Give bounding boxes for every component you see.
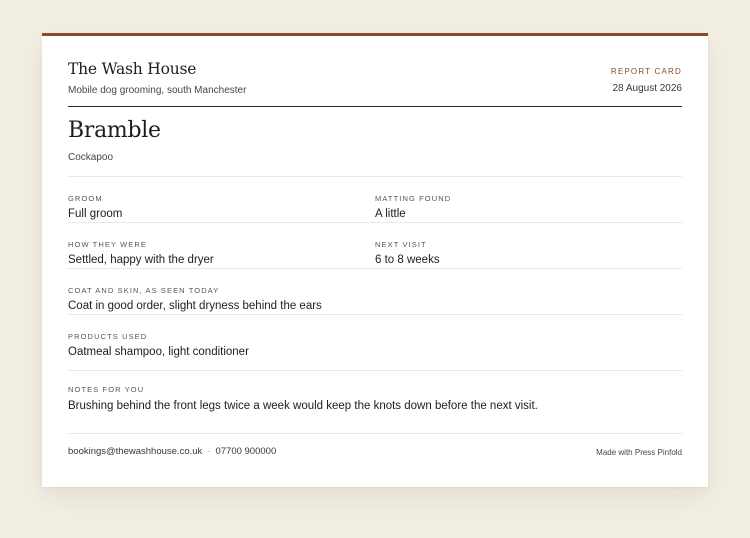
card-header: The Wash House Mobile dog grooming, sout… — [68, 36, 682, 107]
field-row: GROOM Full groom MATTING FOUND A little — [68, 177, 682, 223]
notes-text: Brushing behind the front legs twice a w… — [68, 400, 538, 412]
field-value: A little — [375, 208, 406, 220]
business-name: The Wash House — [68, 60, 197, 78]
notes-row: NOTES FOR YOU Brushing behind the front … — [68, 371, 682, 434]
notes-label: NOTES FOR YOU — [68, 385, 145, 394]
field-label: GROOM — [68, 194, 103, 203]
field-label: HOW THEY WERE — [68, 240, 148, 249]
contact-separator: · — [207, 446, 211, 457]
contact-email[interactable]: bookings@thewashhouse.co.uk — [68, 446, 202, 457]
field-value: Settled, happy with the dryer — [68, 254, 214, 266]
document-label: REPORT CARD — [610, 67, 682, 76]
pet-breed: Cockapoo — [68, 152, 114, 163]
document-date: 28 August 2026 — [612, 83, 682, 94]
field-row: PRODUCTS USED Oatmeal shampoo, light con… — [68, 315, 682, 371]
field-label: PRODUCTS USED — [68, 332, 148, 341]
field-value: 6 to 8 weeks — [375, 254, 440, 266]
report-card: The Wash House Mobile dog grooming, sout… — [42, 33, 708, 487]
field-label: COAT AND SKIN, AS SEEN TODAY — [68, 286, 220, 295]
field-row: HOW THEY WERE Settled, happy with the dr… — [68, 223, 682, 269]
field-label: NEXT VISIT — [375, 240, 427, 249]
field-value: Coat in good order, slight dryness behin… — [68, 300, 322, 312]
pet-name: Bramble — [68, 118, 161, 143]
pet-block: Bramble Cockapoo — [68, 107, 682, 177]
made-with-credit: Made with Press Pinfold — [596, 448, 682, 457]
field-row: COAT AND SKIN, AS SEEN TODAY Coat in goo… — [68, 269, 682, 315]
card-footer: bookings@thewashhouse.co.uk · 07700 900000… — [68, 434, 682, 478]
contact-info: bookings@thewashhouse.co.uk · 07700 900000 — [68, 446, 276, 457]
field-label: MATTING FOUND — [375, 194, 452, 203]
business-tagline: Mobile dog grooming, south Manchester — [68, 85, 247, 96]
contact-phone[interactable]: 07700 900000 — [215, 446, 276, 457]
field-value: Full groom — [68, 208, 123, 220]
field-value: Oatmeal shampoo, light conditioner — [68, 346, 249, 358]
